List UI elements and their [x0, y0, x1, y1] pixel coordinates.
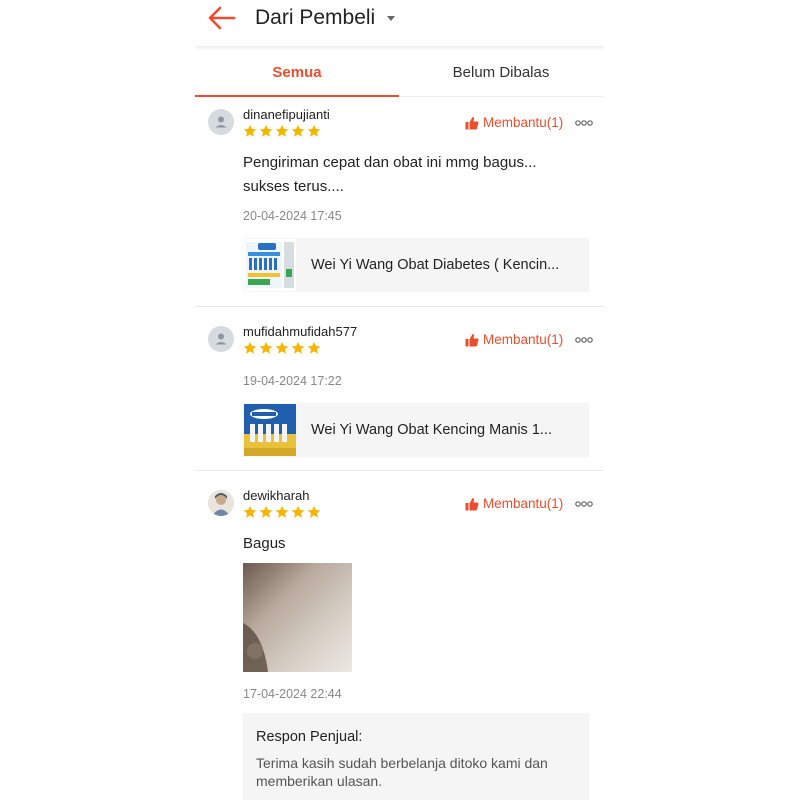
helpful-button[interactable]: Membantu(1)	[465, 332, 563, 347]
helpful-label: Membantu(1)	[483, 496, 564, 511]
caret-down-icon	[387, 15, 396, 21]
more-options-icon[interactable]	[575, 336, 593, 344]
avatar[interactable]	[208, 109, 234, 135]
top-bar: Dari Pembeli	[195, 0, 604, 46]
thumbs-up-icon	[465, 116, 479, 129]
product-name: Wei Yi Wang Obat Kencing Manis 1...	[311, 422, 552, 438]
review-item: mufidahmufidah577 Membantu(1) 19-04-2024…	[195, 306, 604, 471]
product-name: Wei Yi Wang Obat Diabetes ( Kencin...	[311, 257, 560, 273]
review-comment: Pengiriman cepat dan obat ini mmg bagus.…	[243, 154, 537, 195]
star-icon	[307, 124, 321, 137]
product-card[interactable]: Wei Yi Wang Obat Diabetes ( Kencin...	[243, 238, 589, 292]
star-icon	[275, 341, 289, 354]
title-dropdown[interactable]: Dari Pembeli	[255, 4, 396, 32]
star-icon	[259, 505, 273, 518]
thumbs-up-icon	[465, 497, 479, 510]
star-icon	[275, 124, 289, 137]
star-icon	[259, 341, 273, 354]
helpful-button[interactable]: Membantu(1)	[465, 496, 563, 511]
review-date: 19-04-2024 17:22	[243, 374, 342, 388]
more-options-icon[interactable]	[575, 119, 593, 127]
review-item: dewikharah Membantu(1) Bagus 17-04-2024 …	[195, 470, 604, 800]
star-icon	[243, 505, 257, 518]
avatar[interactable]	[208, 326, 234, 352]
page-title: Dari Pembeli	[255, 6, 376, 29]
review-photo[interactable]	[243, 563, 352, 672]
star-icon	[291, 124, 305, 137]
rating-stars	[243, 505, 321, 519]
star-icon	[307, 505, 321, 518]
product-card[interactable]: Wei Yi Wang Obat Kencing Manis 1...	[243, 403, 589, 457]
tab-semua[interactable]: Semua	[195, 50, 399, 96]
review-item: dinanefipujianti Membantu(1) Pengiriman …	[195, 96, 604, 307]
profile-photo-icon	[208, 490, 234, 516]
star-icon	[307, 341, 321, 354]
product-thumbnail	[244, 239, 296, 291]
star-icon	[243, 124, 257, 137]
reviewer-name: dinanefipujianti	[243, 107, 330, 122]
helpful-label: Membantu(1)	[483, 332, 564, 347]
back-button[interactable]	[207, 5, 237, 31]
tab-bar: Semua Belum Dibalas	[195, 50, 604, 97]
rating-stars	[243, 341, 321, 355]
avatar[interactable]	[208, 490, 234, 516]
review-comment: Bagus	[243, 535, 286, 552]
seller-response: Respon Penjual: Terima kasih sudah berbe…	[243, 713, 589, 800]
review-date: 17-04-2024 22:44	[243, 687, 342, 701]
reviewer-name: mufidahmufidah577	[243, 324, 358, 339]
star-icon	[291, 505, 305, 518]
thumbs-up-icon	[465, 333, 479, 346]
reviewer-name: dewikharah	[243, 488, 310, 503]
helpful-button[interactable]: Membantu(1)	[465, 115, 563, 130]
helpful-label: Membantu(1)	[483, 115, 564, 130]
review-date: 20-04-2024 17:45	[243, 209, 342, 223]
rating-stars	[243, 124, 321, 138]
star-icon	[259, 124, 273, 137]
seller-response-text: Terima kasih sudah berbelanja ditoko kam…	[256, 755, 548, 789]
app-screen: Dari Pembeli Semua Belum Dibalas dinanef…	[195, 0, 604, 800]
more-options-icon[interactable]	[575, 500, 593, 508]
star-icon	[243, 341, 257, 354]
seller-response-title: Respon Penjual:	[256, 729, 363, 745]
arrow-left-icon	[208, 6, 236, 30]
product-thumbnail	[244, 404, 296, 456]
star-icon	[291, 341, 305, 354]
star-icon	[275, 505, 289, 518]
user-icon	[215, 333, 227, 345]
user-icon	[215, 116, 227, 128]
tab-belum-dibalas[interactable]: Belum Dibalas	[399, 50, 603, 96]
